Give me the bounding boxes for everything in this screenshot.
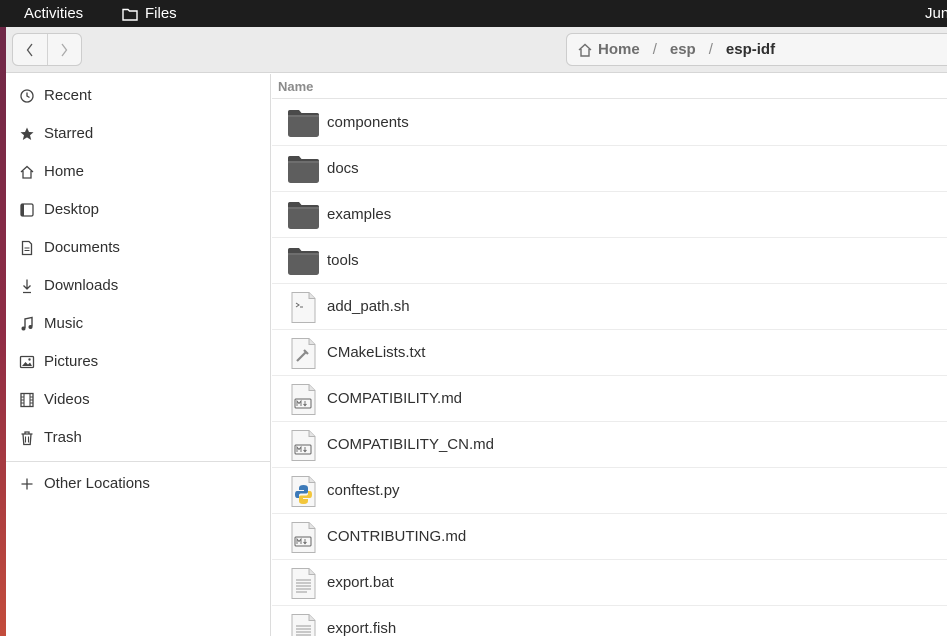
sidebar-item-label: Downloads bbox=[44, 277, 119, 294]
file-name: tools bbox=[327, 252, 359, 269]
sidebar-item-label: Starred bbox=[44, 125, 94, 142]
markdown-file-icon bbox=[287, 429, 320, 462]
sidebar-item-label: Home bbox=[44, 163, 85, 180]
sidebar-item-label: Desktop bbox=[44, 201, 100, 218]
path-current[interactable]: esp-idf bbox=[726, 41, 775, 58]
terminal-file-icon bbox=[287, 291, 320, 324]
path-home[interactable]: Home bbox=[598, 41, 640, 58]
sidebar-item-home[interactable]: Home bbox=[6, 154, 271, 190]
file-row[interactable]: docs bbox=[272, 146, 947, 192]
cmake-file-icon bbox=[287, 337, 320, 370]
sidebar-item-label: Pictures bbox=[44, 353, 99, 370]
file-row[interactable]: components bbox=[272, 100, 947, 146]
clock[interactable]: Jun bbox=[925, 5, 947, 22]
navigation-buttons bbox=[12, 33, 82, 66]
header-bar: Home / esp / esp-idf bbox=[6, 27, 947, 73]
app-menu[interactable]: Files bbox=[122, 5, 177, 22]
path-separator: / bbox=[708, 41, 713, 58]
file-name: components bbox=[327, 114, 409, 131]
file-name: add_path.sh bbox=[327, 298, 410, 315]
file-list: Name components docs examples tools add_path… bbox=[272, 74, 947, 636]
file-row[interactable]: add_path.sh bbox=[272, 284, 947, 330]
music-icon bbox=[19, 316, 35, 332]
home-icon bbox=[577, 42, 593, 58]
sidebar-item-documents[interactable]: Documents bbox=[6, 230, 271, 266]
text-file-icon bbox=[287, 567, 320, 600]
sidebar-item-starred[interactable]: Starred bbox=[6, 116, 271, 152]
sidebar-item-label: Recent bbox=[44, 87, 92, 104]
file-row[interactable]: examples bbox=[272, 192, 947, 238]
folder-icon bbox=[122, 8, 138, 21]
sidebar-item-label: Documents bbox=[44, 239, 120, 256]
clock-icon bbox=[19, 88, 35, 104]
sidebar-item-label: Trash bbox=[44, 429, 82, 446]
trash-icon bbox=[19, 430, 35, 446]
back-button[interactable] bbox=[13, 34, 47, 65]
path-segment-esp[interactable]: esp bbox=[670, 41, 696, 58]
sidebar: Recent Starred Home Desktop Documents Do… bbox=[6, 74, 271, 636]
file-row[interactable]: COMPATIBILITY_CN.md bbox=[272, 422, 947, 468]
star-icon bbox=[19, 126, 35, 142]
python-file-icon bbox=[287, 475, 320, 508]
folder-icon bbox=[287, 245, 320, 278]
file-row[interactable]: export.bat bbox=[272, 560, 947, 606]
column-header-label: Name bbox=[278, 79, 314, 94]
sidebar-item-pictures[interactable]: Pictures bbox=[6, 344, 271, 380]
forward-button[interactable] bbox=[46, 34, 81, 65]
file-row[interactable]: tools bbox=[272, 238, 947, 284]
column-header-name[interactable]: Name bbox=[272, 74, 947, 99]
folder-icon bbox=[287, 107, 320, 140]
file-row[interactable]: CONTRIBUTING.md bbox=[272, 514, 947, 560]
file-name: conftest.py bbox=[327, 482, 400, 499]
sidebar-item-label: Videos bbox=[44, 391, 90, 408]
picture-icon bbox=[19, 354, 35, 370]
home-icon bbox=[19, 164, 35, 180]
document-icon bbox=[19, 240, 35, 256]
film-icon bbox=[19, 392, 35, 408]
app-name: Files bbox=[145, 5, 177, 22]
top-bar: Activities Files Jun bbox=[0, 0, 947, 27]
chevron-right-icon bbox=[61, 43, 68, 56]
sidebar-item-trash[interactable]: Trash bbox=[6, 420, 271, 456]
sidebar-item-other-locations[interactable]: Other Locations bbox=[6, 466, 271, 502]
desktop-icon bbox=[19, 202, 35, 218]
sidebar-item-recent[interactable]: Recent bbox=[6, 78, 271, 114]
file-name: CMakeLists.txt bbox=[327, 344, 426, 361]
sidebar-divider bbox=[6, 461, 271, 462]
sidebar-item-label: Other Locations bbox=[44, 475, 150, 492]
plus-icon bbox=[19, 476, 35, 492]
folder-icon bbox=[287, 153, 320, 186]
file-name: COMPATIBILITY_CN.md bbox=[327, 436, 494, 453]
path-bar: Home / esp / esp-idf bbox=[566, 33, 947, 66]
file-name: COMPATIBILITY.md bbox=[327, 390, 463, 407]
file-row[interactable]: export.fish bbox=[272, 606, 947, 636]
sidebar-item-music[interactable]: Music bbox=[6, 306, 271, 342]
folder-icon bbox=[287, 199, 320, 232]
path-separator: / bbox=[652, 41, 657, 58]
markdown-file-icon bbox=[287, 383, 320, 416]
sidebar-item-label: Music bbox=[44, 315, 84, 332]
sidebar-item-videos[interactable]: Videos bbox=[6, 382, 271, 418]
text-file-icon bbox=[287, 613, 320, 636]
file-name: examples bbox=[327, 206, 392, 223]
sidebar-item-downloads[interactable]: Downloads bbox=[6, 268, 271, 304]
file-name: export.fish bbox=[327, 620, 397, 636]
file-name: CONTRIBUTING.md bbox=[327, 528, 467, 545]
file-row[interactable]: conftest.py bbox=[272, 468, 947, 514]
sidebar-item-desktop[interactable]: Desktop bbox=[6, 192, 271, 228]
file-row[interactable]: CMakeLists.txt bbox=[272, 330, 947, 376]
download-icon bbox=[19, 278, 35, 294]
activities-button[interactable]: Activities bbox=[24, 5, 83, 22]
chevron-left-icon bbox=[26, 43, 33, 56]
file-row[interactable]: COMPATIBILITY.md bbox=[272, 376, 947, 422]
file-name: docs bbox=[327, 160, 359, 177]
markdown-file-icon bbox=[287, 521, 320, 554]
file-name: export.bat bbox=[327, 574, 394, 591]
